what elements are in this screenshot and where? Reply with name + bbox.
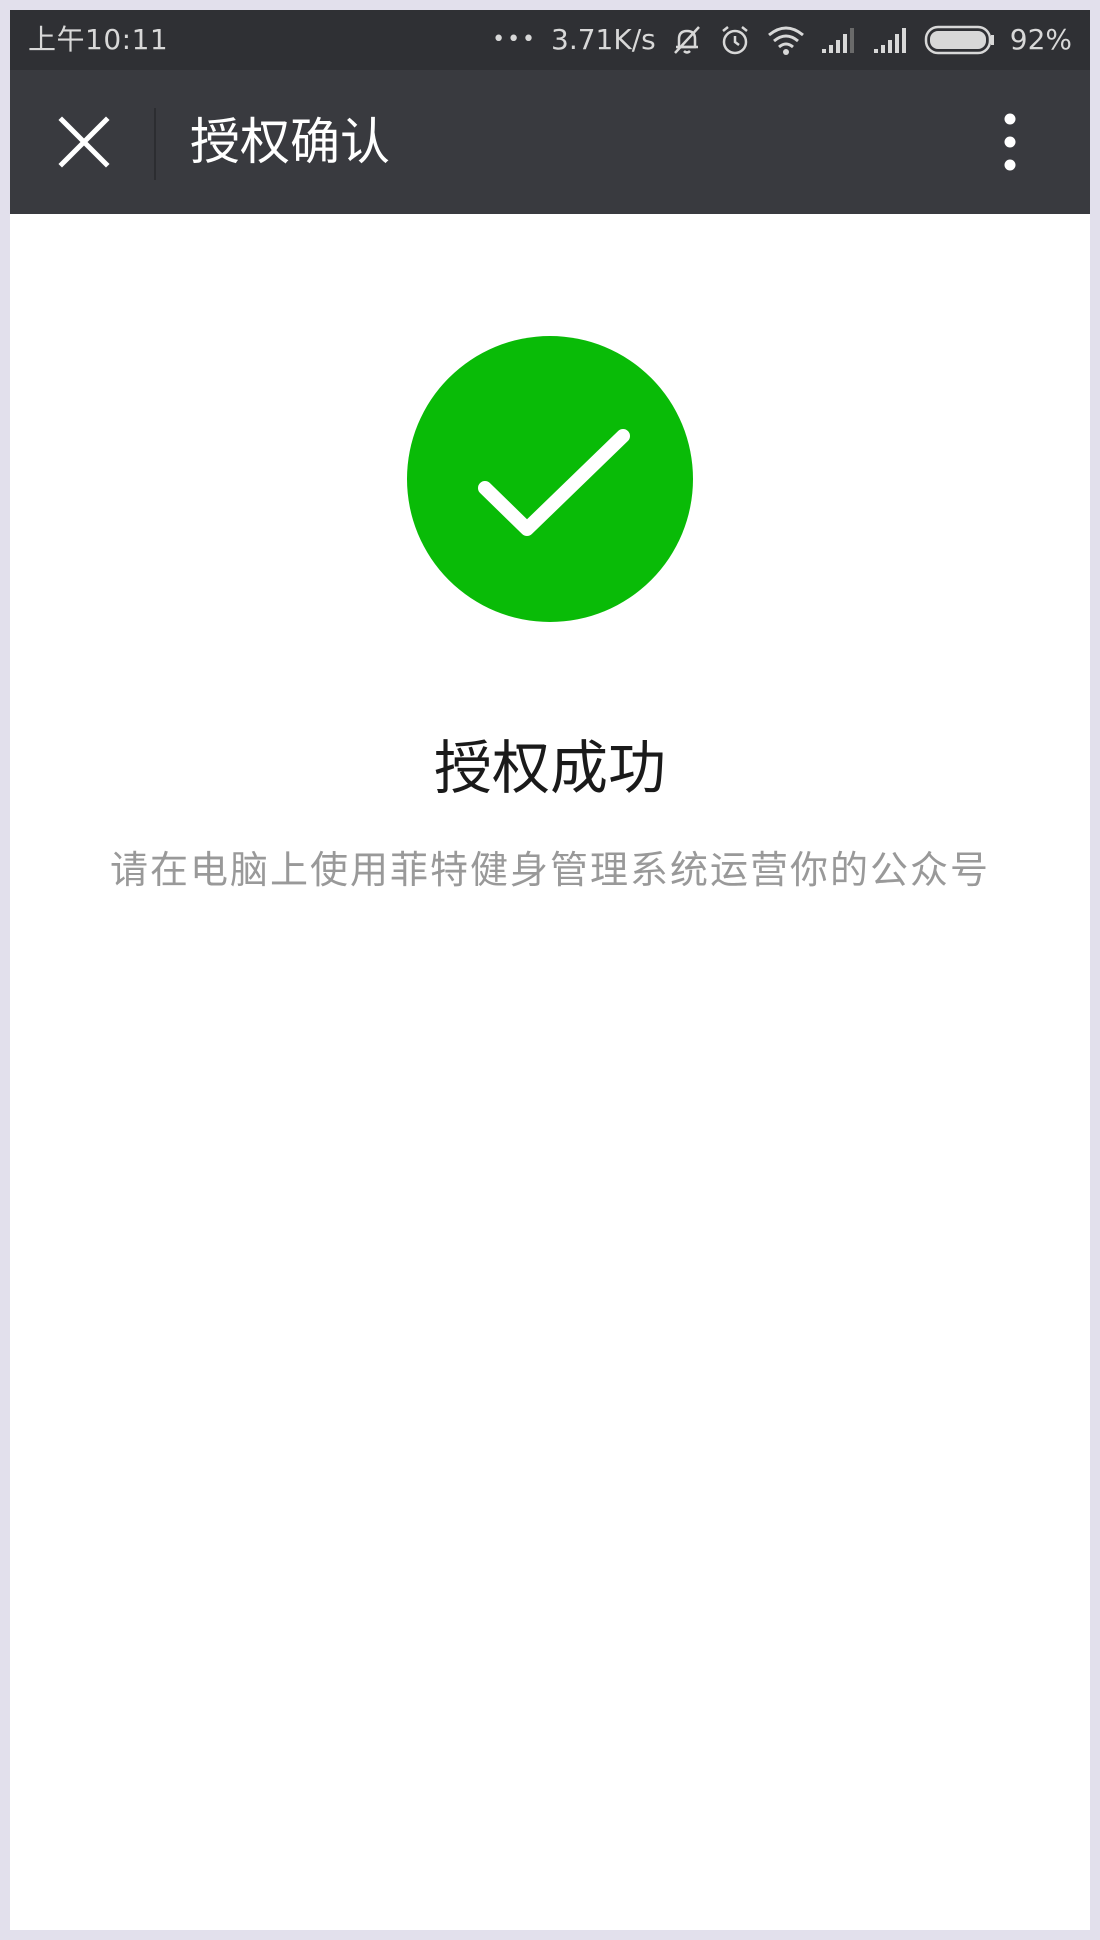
mute-bell-icon [670, 23, 704, 57]
net-speed: 3.71K/s [551, 23, 656, 56]
page-title: 授权确认 [190, 113, 390, 171]
status-time: 上午10:11 [28, 23, 169, 56]
status-icons: ••• 3.71K/s 92% [492, 10, 1072, 70]
signal-1-icon [820, 25, 858, 55]
more-menu-button[interactable] [966, 98, 1054, 186]
wifi-icon [766, 23, 806, 57]
close-icon [58, 116, 110, 168]
alarm-icon [718, 23, 752, 57]
signal-2-icon [872, 25, 910, 55]
success-description: 请在电脑上使用菲特健身管理系统运营你的公众号 [109, 848, 990, 892]
more-vertical-icon [1004, 113, 1016, 171]
nav-bar: 授权确认 [10, 70, 1090, 214]
success-title: 授权成功 [433, 734, 666, 802]
nav-divider [154, 108, 156, 180]
phone-screen: 上午10:11 ••• 3.71K/s 92% 授权确认 授权成功 请在电脑上使… [10, 10, 1090, 1930]
status-dots: ••• [492, 27, 538, 52]
battery-percent: 92% [1009, 23, 1072, 56]
status-bar: 上午10:11 ••• 3.71K/s 92% [10, 10, 1090, 70]
close-button[interactable] [40, 98, 128, 186]
battery-icon [924, 24, 996, 56]
success-check-icon [407, 336, 693, 622]
